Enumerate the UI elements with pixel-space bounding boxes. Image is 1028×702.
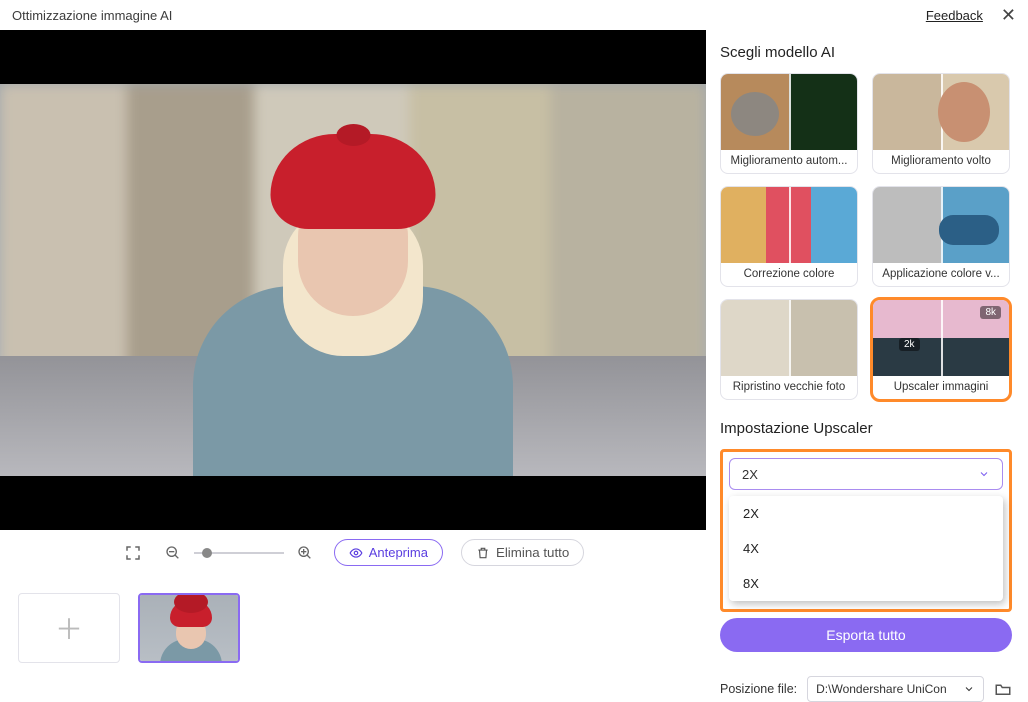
model-color-correction[interactable]: Correzione colore bbox=[720, 186, 858, 287]
upscale-tag-8k: 8k bbox=[980, 306, 1001, 319]
file-location-label: Posizione file: bbox=[720, 682, 797, 696]
zoom-slider[interactable] bbox=[194, 552, 284, 554]
model-label: Miglioramento autom... bbox=[721, 150, 857, 173]
chevron-down-icon bbox=[978, 468, 990, 480]
model-face-enhance[interactable]: Miglioramento volto bbox=[872, 73, 1010, 174]
upscale-option-2x[interactable]: 2X bbox=[729, 496, 1003, 531]
model-label: Correzione colore bbox=[721, 263, 857, 286]
upscale-option-4x[interactable]: 4X bbox=[729, 531, 1003, 566]
preview-button-label: Anteprima bbox=[369, 545, 428, 560]
model-label: Ripristino vecchie foto bbox=[721, 376, 857, 399]
model-label: Miglioramento volto bbox=[873, 150, 1009, 173]
zoom-out-icon[interactable] bbox=[162, 542, 184, 564]
delete-all-label: Elimina tutto bbox=[496, 545, 569, 560]
open-folder-icon[interactable] bbox=[994, 680, 1012, 698]
file-location-value: D:\Wondershare UniCon bbox=[816, 682, 947, 696]
preview-controls: Anteprima Elimina tutto bbox=[0, 530, 706, 565]
chevron-down-icon bbox=[963, 683, 975, 695]
image-thumbnail[interactable] bbox=[138, 593, 240, 663]
export-all-button[interactable]: Esporta tutto bbox=[720, 618, 1012, 652]
preview-stage bbox=[0, 30, 706, 530]
models-heading: Scegli modello AI bbox=[720, 44, 1012, 61]
upscale-factor-select[interactable]: 2X bbox=[729, 458, 1003, 490]
upscale-option-8x[interactable]: 8X bbox=[729, 566, 1003, 601]
close-icon[interactable]: ✕ bbox=[1001, 6, 1016, 24]
fit-screen-icon[interactable] bbox=[122, 542, 144, 564]
plus-icon: ＋ bbox=[55, 608, 83, 648]
eye-icon bbox=[349, 546, 363, 560]
trash-icon bbox=[476, 546, 490, 560]
upscale-factor-value: 2X bbox=[742, 467, 758, 482]
model-color-apply[interactable]: Applicazione colore v... bbox=[872, 186, 1010, 287]
upscaler-settings-highlight: 2X 2X 4X 8X bbox=[720, 449, 1012, 612]
zoom-in-icon[interactable] bbox=[294, 542, 316, 564]
upscale-tag-2k: 2k bbox=[899, 338, 920, 351]
preview-button[interactable]: Anteprima bbox=[334, 539, 443, 566]
feedback-link[interactable]: Feedback bbox=[926, 8, 983, 23]
model-auto-enhance[interactable]: Miglioramento autom... bbox=[720, 73, 858, 174]
delete-all-button[interactable]: Elimina tutto bbox=[461, 539, 584, 566]
model-old-photo-restore[interactable]: Ripristino vecchie foto bbox=[720, 299, 858, 400]
upscale-factor-dropdown: 2X 4X 8X bbox=[729, 496, 1003, 601]
model-upscaler[interactable]: 8k 2k Upscaler immagini bbox=[872, 299, 1010, 400]
model-label: Upscaler immagini bbox=[873, 376, 1009, 399]
window-title: Ottimizzazione immagine AI bbox=[12, 8, 172, 23]
preview-image bbox=[0, 84, 706, 476]
add-image-button[interactable]: ＋ bbox=[18, 593, 120, 663]
model-label: Applicazione colore v... bbox=[873, 263, 1009, 286]
upscaler-heading: Impostazione Upscaler bbox=[720, 420, 1012, 437]
